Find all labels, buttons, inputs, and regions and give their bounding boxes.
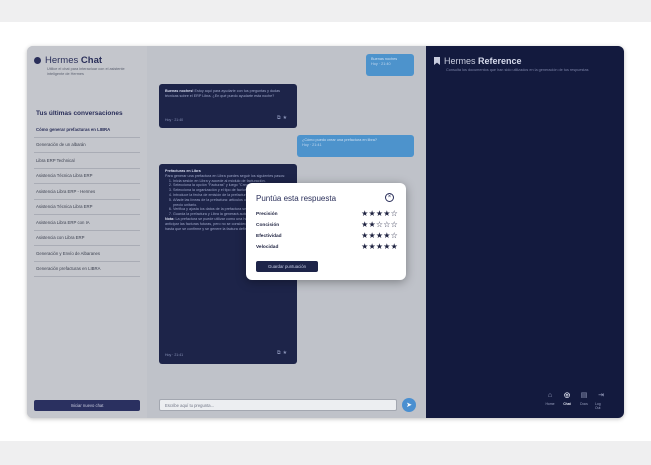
conversation-item[interactable]: Cómo generar prefacturas en LIBRA <box>34 122 140 138</box>
bookmark-icon <box>434 57 440 65</box>
criterion-row: Efectividad ★★★★☆ <box>256 232 398 240</box>
modal-title: Puntúa esta respuesta <box>256 194 337 203</box>
message-meta: Hoy · 21:41 <box>165 353 184 357</box>
criterion-row: Precisión ★★★★☆ <box>256 210 398 218</box>
star-filled-icon[interactable]: ★ <box>361 231 368 240</box>
message-intro: Para generar una prefactura en Libra pue… <box>165 173 286 178</box>
star-empty-icon[interactable]: ☆ <box>383 220 390 229</box>
criterion-label: Concisión <box>256 222 280 228</box>
star-filled-icon[interactable]: ★ <box>369 242 376 251</box>
send-button[interactable]: ➤ <box>402 398 416 412</box>
criterion-label: Precisión <box>256 211 278 217</box>
message-text: Buenas noches! Estoy aquí para ayudarte … <box>165 89 280 98</box>
bottom-nav: ⌂ Home ◎ Chat ▤ Docs ⇥ Log Out <box>544 392 607 410</box>
logout-icon: ⇥ <box>598 392 604 399</box>
conversation-item[interactable]: Asistencia Técnica Libra ERP <box>34 200 140 215</box>
criterion-row: Concisión ★★☆☆☆ <box>256 221 398 229</box>
conversation-item[interactable]: Generación y Envío de Albaranes <box>34 246 140 262</box>
page: Hermes Chat Utilice el chat para interac… <box>0 22 651 441</box>
conversation-list: Cómo generar prefacturas en LIBRA Genera… <box>34 122 140 277</box>
chat-logo-icon <box>34 57 41 64</box>
docs-icon: ▤ <box>580 392 588 399</box>
brand-name: Hermes Chat <box>45 55 103 66</box>
message-actions: ⧉ ★ <box>277 116 287 121</box>
criterion-row: Velocidad ★★★★★ <box>256 243 398 251</box>
star-filled-icon[interactable]: ★ <box>361 209 368 218</box>
conversation-item[interactable]: Asistencia Técnica Libra ERP <box>34 169 140 184</box>
rate-icon[interactable]: ★ <box>283 351 287 356</box>
home-icon: ⌂ <box>547 392 553 399</box>
browser-bottom-strip <box>0 441 651 465</box>
rate-icon[interactable]: ★ <box>283 116 287 121</box>
copy-icon[interactable]: ⧉ <box>277 116 281 121</box>
star-filled-icon[interactable]: ★ <box>361 242 368 251</box>
star-filled-icon[interactable]: ★ <box>383 242 390 251</box>
message-meta: Hoy · 21:40 <box>165 118 184 122</box>
star-rating[interactable]: ★★★★★ <box>361 243 398 251</box>
star-empty-icon[interactable]: ☆ <box>391 231 398 240</box>
conversations-title: Tus últimas conversaciones <box>36 110 123 117</box>
nav-label: Chat <box>563 402 571 406</box>
star-empty-icon[interactable]: ☆ <box>391 220 398 229</box>
reference-title: Hermes Reference <box>434 56 522 66</box>
star-rating[interactable]: ★★★★☆ <box>361 210 398 218</box>
save-rating-button[interactable]: Guardar puntuación <box>256 261 318 272</box>
star-empty-icon[interactable]: ☆ <box>391 209 398 218</box>
star-filled-icon[interactable]: ★ <box>361 220 368 229</box>
send-icon: ➤ <box>406 402 412 409</box>
conversation-item[interactable]: Generación de un albarán <box>34 138 140 153</box>
brand: Hermes Chat <box>34 55 102 66</box>
reference-panel: Hermes Reference Consulta los documentos… <box>426 46 624 418</box>
brand-subtitle: Utilice el chat para interactuar con el … <box>47 67 125 76</box>
conversation-item[interactable]: Libra ERP Technical <box>34 153 140 169</box>
star-filled-icon[interactable]: ★ <box>369 209 376 218</box>
user-message: ¿Cómo puedo crear una prefactura en libr… <box>297 135 414 157</box>
conversation-item[interactable]: Asistencia Libra ERP con IA <box>34 215 140 231</box>
nav-chat[interactable]: ◎ Chat <box>561 392 573 410</box>
star-rating[interactable]: ★★☆☆☆ <box>361 221 398 229</box>
nav-docs[interactable]: ▤ Docs <box>578 392 590 410</box>
sidebar: Hermes Chat Utilice el chat para interac… <box>27 46 147 418</box>
chat-icon: ◎ <box>563 392 571 399</box>
rating-modal: Puntúa esta respuesta × Precisión ★★★★☆ … <box>246 183 406 280</box>
conversation-item[interactable]: Asistencia con Libra ERP <box>34 231 140 246</box>
star-filled-icon[interactable]: ★ <box>369 231 376 240</box>
nav-label: Home <box>545 402 555 406</box>
close-icon[interactable]: × <box>385 193 394 202</box>
message-meta: Hoy · 21:40 <box>371 62 391 66</box>
star-filled-icon[interactable]: ★ <box>383 209 390 218</box>
criterion-label: Velocidad <box>256 244 279 250</box>
conversation-item[interactable]: Asistencia Libra ERP - Hermes <box>34 184 140 200</box>
nav-label: Docs <box>580 402 588 406</box>
nav-home[interactable]: ⌂ Home <box>544 392 556 410</box>
question-input[interactable]: Escribe aquí tu pregunta... <box>159 399 397 411</box>
star-rating[interactable]: ★★★★☆ <box>361 232 398 240</box>
copy-icon[interactable]: ⧉ <box>277 351 281 356</box>
message-meta: Hoy · 21:41 <box>302 143 322 147</box>
star-filled-icon[interactable]: ★ <box>383 231 390 240</box>
user-message: Buenas noches Hoy · 21:40 <box>366 54 414 76</box>
nav-logout[interactable]: ⇥ Log Out <box>595 392 607 410</box>
star-filled-icon[interactable]: ★ <box>369 220 376 229</box>
criterion-label: Efectividad <box>256 233 282 239</box>
assistant-message: Buenas noches! Estoy aquí para ayudarte … <box>159 84 297 128</box>
reference-subtitle: Consulta los documentos que han sido uti… <box>446 68 589 72</box>
message-actions: ⧉ ★ <box>277 351 287 356</box>
star-filled-icon[interactable]: ★ <box>391 242 398 251</box>
nav-label: Log Out <box>595 402 601 410</box>
new-chat-button[interactable]: Iniciar nuevo chat <box>34 400 140 411</box>
conversation-item[interactable]: Generación prefacturas en LIBRA <box>34 262 140 277</box>
browser-top-strip <box>0 0 651 22</box>
